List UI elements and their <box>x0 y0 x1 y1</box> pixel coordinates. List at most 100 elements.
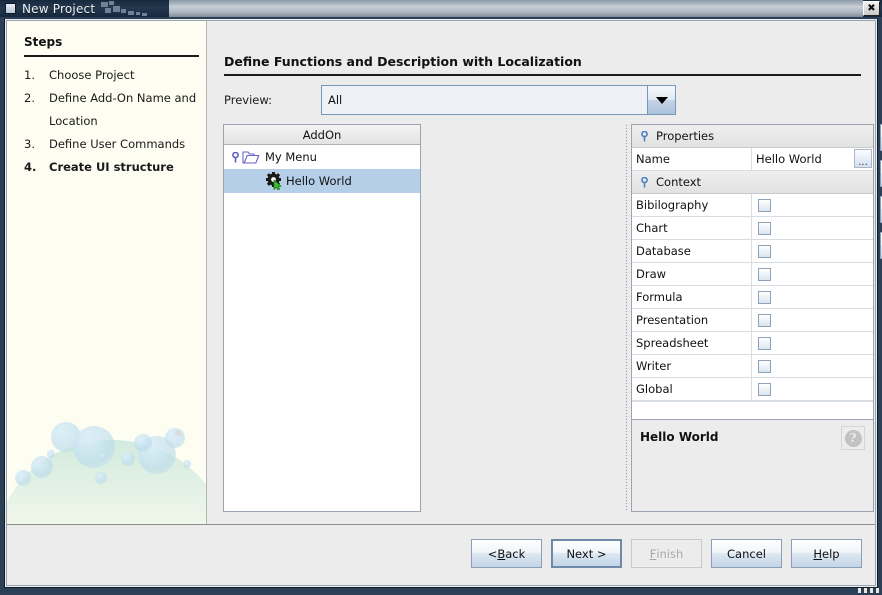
dialog-frame: Steps 1. Choose Project 2. Define Add-On… <box>4 18 878 588</box>
context-checkbox[interactable] <box>758 314 771 327</box>
context-value-cell[interactable] <box>752 286 873 308</box>
context-checkbox[interactable] <box>758 360 771 373</box>
button-text: inish <box>656 547 683 561</box>
page-title: Define Functions and Description with Lo… <box>224 54 582 69</box>
wizard-buttons: < Back Next > Finish Cancel Help <box>471 539 862 568</box>
steps-list: 1. Choose Project 2. Define Add-On Name … <box>24 65 204 180</box>
property-sheet: Properties Name Hello World ... <box>632 125 873 401</box>
context-label: Global <box>632 378 752 400</box>
context-row: Spreadsheet <box>632 332 873 355</box>
expand-handle-icon[interactable] <box>638 177 651 188</box>
chevron-down-icon[interactable] <box>647 86 675 114</box>
steps-sidebar: Steps 1. Choose Project 2. Define Add-On… <box>7 21 207 530</box>
window-title: New Project <box>22 2 95 16</box>
close-icon[interactable]: ✖ <box>863 1 880 16</box>
tree-column-header: AddOn <box>224 125 420 145</box>
help-button[interactable]: Help <box>791 539 862 568</box>
context-label: Draw <box>632 263 752 285</box>
tree-node-my-menu[interactable]: My Menu <box>224 145 420 169</box>
next-button[interactable]: Next > <box>551 539 622 568</box>
step-label: Choose Project <box>49 65 204 85</box>
step-number: 1. <box>24 65 49 85</box>
name-field-value: Hello World <box>752 152 822 166</box>
context-checkbox[interactable] <box>758 222 771 235</box>
finish-button: Finish <box>631 539 702 568</box>
step-item: 1. Choose Project <box>24 65 204 85</box>
context-label: Presentation <box>632 309 752 331</box>
property-value-cell[interactable]: Hello World ... <box>752 148 873 170</box>
button-text: < <box>488 547 498 561</box>
button-text: ack <box>505 547 525 561</box>
step-number: 2. <box>24 88 49 108</box>
expand-handle-icon[interactable] <box>638 131 651 142</box>
panel-splitter[interactable] <box>623 124 631 512</box>
expand-handle-icon[interactable] <box>229 152 242 163</box>
context-value-cell[interactable] <box>752 217 873 239</box>
button-mnemonic: H <box>813 547 822 561</box>
decorative-bubbles <box>7 340 207 530</box>
context-row: Presentation <box>632 309 873 332</box>
context-value-cell[interactable] <box>752 263 873 285</box>
context-label: Formula <box>632 286 752 308</box>
preview-label: Preview: <box>224 93 272 107</box>
context-value-cell[interactable] <box>752 240 873 262</box>
context-value-cell[interactable] <box>752 332 873 354</box>
context-checkbox[interactable] <box>758 383 771 396</box>
property-group-context[interactable]: Context <box>632 171 873 194</box>
context-value-cell[interactable] <box>752 378 873 400</box>
step-item: Location <box>24 111 204 131</box>
context-row: Database <box>632 240 873 263</box>
description-title: Hello World <box>640 430 719 444</box>
property-row-name: Name Hello World ... <box>632 148 873 171</box>
property-label: Name <box>632 148 752 170</box>
step-item: 2. Define Add-On Name and <box>24 88 204 108</box>
property-group-label: Context <box>656 175 701 189</box>
addon-tree-panel: AddOn My Menu <box>223 124 421 512</box>
step-item: 3. Define User Commands <box>24 134 204 154</box>
context-checkbox[interactable] <box>758 199 771 212</box>
tree-node-label: Hello World <box>286 174 352 188</box>
open-folder-icon <box>242 150 260 165</box>
system-menu-icon[interactable] <box>5 3 16 14</box>
wizard-button-bar: < Back Next > Finish Cancel Help <box>7 524 875 585</box>
context-checkbox[interactable] <box>758 291 771 304</box>
step-number: 4. <box>24 157 49 177</box>
dialog-body: Steps 1. Choose Project 2. Define Add-On… <box>6 20 876 586</box>
properties-panel: Properties Name Hello World ... <box>631 124 874 512</box>
name-browse-button[interactable]: ... <box>854 149 872 168</box>
context-value-cell[interactable] <box>752 194 873 216</box>
back-button[interactable]: < Back <box>471 539 542 568</box>
context-row: Draw <box>632 263 873 286</box>
resize-grip-icon[interactable] <box>849 588 879 593</box>
titlebar-fill <box>169 0 863 17</box>
context-value-cell[interactable] <box>752 309 873 331</box>
context-value-cell[interactable] <box>752 355 873 377</box>
cancel-button[interactable]: Cancel <box>711 539 782 568</box>
context-label: Bibilography <box>632 194 752 216</box>
gear-cursor-icon <box>265 172 285 190</box>
context-label: Spreadsheet <box>632 332 752 354</box>
titlebar-decoration <box>99 0 169 17</box>
button-text: Cancel <box>727 547 766 561</box>
step-label: Define Add-On Name and <box>49 88 204 108</box>
step-label: Create UI structure <box>49 157 204 177</box>
property-group-label: Properties <box>656 129 714 143</box>
property-group-properties[interactable]: Properties <box>632 125 873 148</box>
preview-select[interactable]: All <box>321 85 676 115</box>
button-mnemonic: B <box>497 547 505 561</box>
context-row: Bibilography <box>632 194 873 217</box>
wizard-window: New Project ✖ <box>0 0 882 595</box>
help-icon-button[interactable]: ? <box>841 426 865 450</box>
context-checkbox[interactable] <box>758 268 771 281</box>
wizard-content: Define Functions and Description with Lo… <box>207 21 875 530</box>
tree-node-hello-world[interactable]: Hello World <box>224 169 420 193</box>
context-row: Formula <box>632 286 873 309</box>
step-number: 3. <box>24 134 49 154</box>
context-checkbox[interactable] <box>758 245 771 258</box>
button-text: Next > <box>566 547 606 561</box>
context-label: Chart <box>632 217 752 239</box>
question-mark-icon: ? <box>845 430 862 447</box>
context-checkbox[interactable] <box>758 337 771 350</box>
description-panel: Hello World ? <box>632 419 873 511</box>
title-divider <box>224 74 861 76</box>
